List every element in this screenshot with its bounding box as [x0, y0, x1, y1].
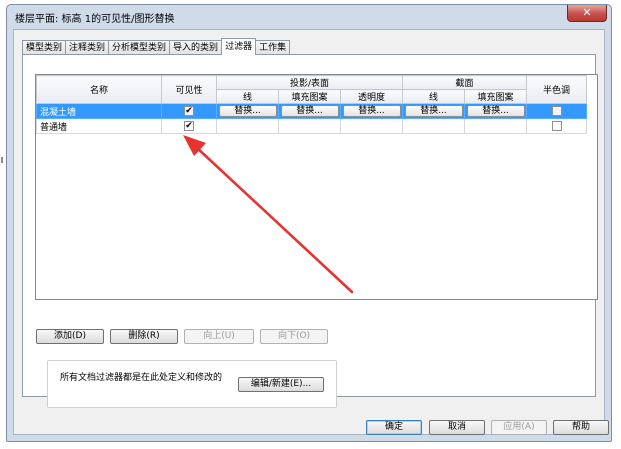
projection-transparency-cell: 替换... — [340, 103, 403, 119]
tab-imported-categories[interactable]: 导入的类别 — [169, 40, 223, 55]
tab-analytical-model-categories[interactable]: 分析模型类别 — [108, 40, 171, 55]
help-button[interactable]: 帮助 — [553, 420, 609, 435]
window-title: 楼层平面: 标高 1的可见性/图形替换 — [15, 14, 175, 25]
halftone-checkbox[interactable] — [551, 120, 562, 131]
header-projection-surface: 投影/表面 — [216, 75, 403, 90]
cut-patterns-override-button[interactable]: 替换... — [466, 105, 525, 117]
visibility-graphics-dialog: 楼层平面: 标高 1的可见性/图形替换 ✕ 模型类别 注释类别 分析模型类别 导… — [6, 4, 612, 442]
tab-annotation-categories[interactable]: 注释类别 — [65, 40, 110, 55]
cut-patterns-cell: 替换... — [464, 103, 527, 119]
projection-lines-cell: 替换... — [216, 103, 279, 119]
add-filter-button[interactable]: 添加(D) — [36, 329, 104, 344]
header-name[interactable]: 名称 — [36, 75, 162, 104]
cut-patterns-cell[interactable] — [464, 118, 527, 134]
tab-model-categories[interactable]: 模型类别 — [22, 40, 67, 55]
tab-strip: 模型类别 注释类别 分析模型类别 导入的类别 过滤器 工作集 — [22, 38, 291, 55]
visibility-cell: ✔ — [161, 118, 217, 134]
header-halftone[interactable]: 半色调 — [526, 75, 587, 104]
tab-filters[interactable]: 过滤器 — [221, 38, 257, 55]
dialog-client-area: 模型类别 注释类别 分析模型类别 导入的类别 过滤器 工作集 名称 可见性 投影… — [13, 29, 609, 435]
close-button[interactable]: ✕ — [567, 5, 607, 22]
header-cut-lines: 线 — [402, 89, 465, 104]
filters-table-container[interactable]: 名称 可见性 投影/表面 截面 半色调 线 填充图案 透明度 线 填充图案 混凝… — [35, 74, 598, 300]
projection-transparency-override-button[interactable]: 替换... — [342, 105, 401, 117]
header-projection-transparency: 透明度 — [340, 89, 403, 104]
table-row[interactable]: 混凝土墙 ✔ 替换... 替换... 替换... 替换... 替换... — [36, 103, 587, 119]
projection-transparency-cell[interactable] — [340, 118, 403, 134]
title-bar[interactable]: 楼层平面: 标高 1的可见性/图形替换 ✕ — [7, 5, 611, 29]
filters-table: 名称 可见性 投影/表面 截面 半色调 线 填充图案 透明度 线 填充图案 混凝… — [36, 75, 587, 134]
halftone-cell — [526, 118, 587, 134]
move-down-button[interactable]: 向下(O) — [260, 329, 328, 344]
halftone-checkbox[interactable] — [551, 105, 562, 116]
visibility-checkbox[interactable]: ✔ — [184, 105, 194, 116]
close-icon: ✕ — [582, 6, 592, 19]
cancel-button[interactable]: 取消 — [429, 420, 485, 435]
halftone-cell — [526, 103, 587, 119]
filter-name[interactable]: 混凝土墙 — [36, 103, 162, 119]
table-row[interactable]: 普通墙 ✔ — [36, 118, 587, 134]
projection-lines-override-button[interactable]: 替换... — [218, 105, 277, 117]
edit-new-button[interactable]: 编辑/新建(E)... — [238, 377, 324, 392]
header-projection-lines: 线 — [216, 89, 279, 104]
cut-lines-override-button[interactable]: 替换... — [404, 105, 463, 117]
projection-patterns-cell: 替换... — [278, 103, 341, 119]
header-visibility[interactable]: 可见性 — [161, 75, 217, 104]
header-cut: 截面 — [402, 75, 527, 90]
apply-button[interactable]: 应用(A) — [491, 420, 547, 435]
filter-info-box: 所有文档过滤器都是在此处定义和修改的 编辑/新建(E)... — [47, 360, 337, 408]
header-projection-patterns: 填充图案 — [278, 89, 341, 104]
resize-grip-icon[interactable] — [0, 156, 6, 164]
delete-filter-button[interactable]: 删除(R) — [110, 329, 178, 344]
filter-name[interactable]: 普通墙 — [36, 118, 162, 134]
cut-lines-cell: 替换... — [402, 103, 465, 119]
tab-worksets[interactable]: 工作集 — [255, 40, 291, 55]
cut-lines-cell[interactable] — [402, 118, 465, 134]
projection-patterns-cell[interactable] — [278, 118, 341, 134]
visibility-cell: ✔ — [161, 103, 217, 119]
visibility-checkbox[interactable]: ✔ — [184, 120, 194, 131]
header-cut-patterns: 填充图案 — [464, 89, 527, 104]
ok-button[interactable]: 确定 — [366, 420, 422, 435]
projection-patterns-override-button[interactable]: 替换... — [280, 105, 339, 117]
info-text: 所有文档过滤器都是在此处定义和修改的 — [60, 373, 223, 383]
filters-panel: 名称 可见性 投影/表面 截面 半色调 线 填充图案 透明度 线 填充图案 混凝… — [22, 54, 598, 408]
move-up-button[interactable]: 向上(U) — [184, 329, 254, 344]
projection-lines-cell[interactable] — [216, 118, 279, 134]
